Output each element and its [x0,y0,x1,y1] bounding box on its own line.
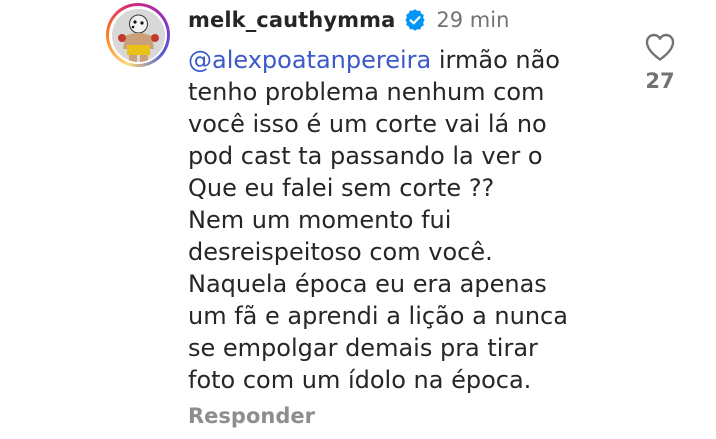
comment-line: se empolgar demais pra tirar [188,334,538,362]
comment-line: pod cast ta passando la ver o [188,142,543,170]
comment-text: @alexpoatanpereira irmão não tenho probl… [188,44,608,396]
comment-item: melk_cauthymma 29 min @alexpoatanpereira… [0,0,716,439]
comment-line: Naquela época eu era apenas [188,270,547,298]
comment-line-text: irmão não [431,46,560,74]
comment-line: desreispeitoso com você. [188,238,493,266]
reply-button[interactable]: Responder [188,404,315,428]
comment-line: um fã e aprendi a lição a nunca [188,302,568,330]
avatar[interactable] [111,8,165,62]
verified-badge-icon [403,8,427,32]
avatar-story-ring[interactable] [106,3,170,67]
like-control: 27 [640,32,680,93]
mention-link[interactable]: @alexpoatanpereira [188,46,431,74]
username[interactable]: melk_cauthymma [188,8,395,32]
comment-line: foto com um ídolo na época. [188,366,532,394]
like-count: 27 [645,69,675,93]
avatar-ring-gap [109,6,167,64]
comment-line: tenho problema nenhum com [188,78,545,106]
heart-outline-icon[interactable] [640,32,680,62]
avatar-image [111,8,165,62]
comment-line: Que eu falei sem corte ?? [188,174,495,202]
comment-line: você isso é um corte vai lá no [188,110,547,138]
comment-header: melk_cauthymma 29 min [188,4,509,36]
comment-line: Nem um momento fui [188,206,452,234]
comment-line-1: @alexpoatanpereira irmão não [188,44,608,76]
comment-timestamp: 29 min [436,8,510,32]
